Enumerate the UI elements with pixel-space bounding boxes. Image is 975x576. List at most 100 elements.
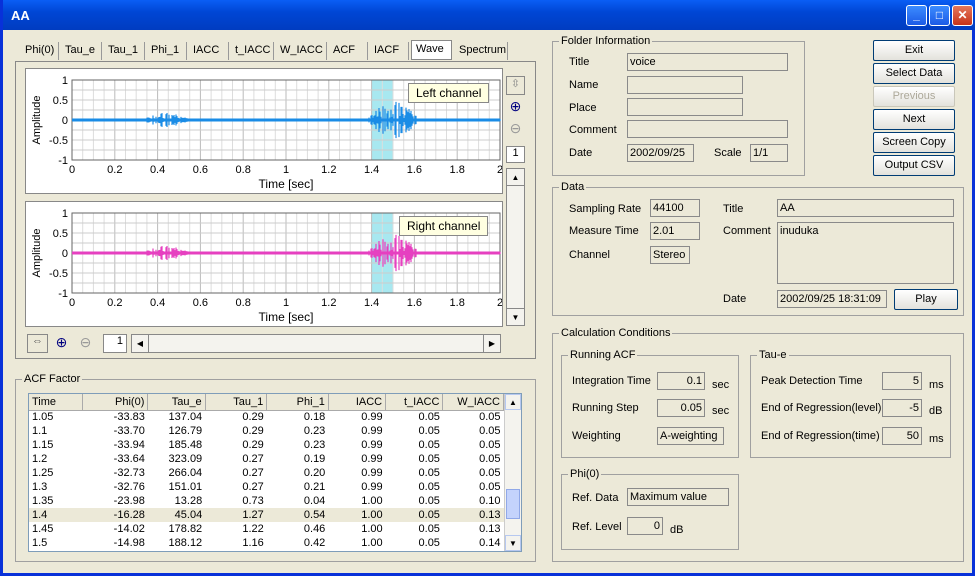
- table-cell: 1.2: [32, 453, 48, 465]
- running-step-label: Running Step: [572, 402, 639, 414]
- scroll-down-icon[interactable]: ▼: [507, 308, 524, 325]
- table-cell: 0.18: [303, 411, 326, 424]
- tab-tau-e[interactable]: Tau_e: [61, 42, 102, 60]
- table-cell: -33.70: [113, 425, 145, 437]
- y-tick-label: -1: [58, 288, 68, 300]
- acf-col-time[interactable]: Time: [29, 394, 83, 411]
- table-cell: 1.27: [205, 508, 267, 522]
- horizontal-scrollbar[interactable]: ◀ ▶: [131, 334, 501, 353]
- table-row[interactable]: 1.05 -33.83 137.04 0.29 0.18 0.99 0.05 0.05: [29, 410, 504, 424]
- zoom-out-horizontal-icon[interactable]: ⊖: [75, 334, 96, 353]
- running-acf-label: Running ACF: [568, 349, 638, 361]
- tab-acf[interactable]: ACF: [329, 42, 368, 60]
- scroll-left-icon[interactable]: ◀: [132, 335, 149, 352]
- x-tick-label: 1: [283, 297, 289, 309]
- regression-time-label: End of Regression(time): [761, 430, 880, 442]
- acf-col-tau-e[interactable]: Tau_e: [147, 394, 206, 411]
- x-axis-label: Time [sec]: [259, 310, 314, 324]
- table-cell: 0.05: [418, 537, 440, 549]
- acf-col-w-iacc[interactable]: W_IACC: [442, 394, 504, 411]
- table-cell: -33.64: [113, 453, 145, 465]
- table-row[interactable]: 1.5 -14.98 188.12 1.16 0.42 1.00 0.05 0.14: [29, 536, 504, 550]
- acf-col-t-iacc[interactable]: t_IACC: [385, 394, 444, 411]
- y-axis-label: Amplitude: [31, 96, 43, 145]
- acf-col-tau-1[interactable]: Tau_1: [205, 394, 268, 411]
- y-tick-label: -1: [58, 155, 68, 167]
- tab-phi-1[interactable]: Phi_1: [147, 42, 187, 60]
- vertical-scrollbar[interactable]: ▲ ▼: [506, 168, 525, 326]
- tab-wave[interactable]: Wave: [411, 40, 452, 60]
- table-cell: 1.4: [29, 508, 83, 522]
- acf-scroll-up-icon[interactable]: ▲: [505, 394, 521, 410]
- zoom-in-horizontal-icon[interactable]: ⊕: [51, 334, 72, 353]
- table-row[interactable]: 1.25 -32.73 266.04 0.27 0.20 0.99 0.05 0.05: [29, 466, 504, 480]
- table-cell: 1.00: [328, 508, 386, 522]
- exit-button[interactable]: Exit: [873, 40, 955, 61]
- tab-w-iacc[interactable]: W_IACC: [276, 42, 327, 60]
- select-data-button[interactable]: Select Data: [873, 63, 955, 84]
- table-row[interactable]: 1.35 -23.98 13.28 0.73 0.04 1.00 0.05 0.10: [29, 494, 504, 508]
- acf-col-phi-1[interactable]: Phi_1: [266, 394, 329, 411]
- table-row[interactable]: 1.1 -33.70 126.79 0.29 0.23 0.99 0.05 0.05: [29, 424, 504, 438]
- screen-copy-button[interactable]: Screen Copy: [873, 132, 955, 153]
- acf-table-container[interactable]: Time Phi(0) Tau_e Tau_1 Phi_1 IACC t_IACC W_IAC…: [28, 393, 522, 552]
- previous-button[interactable]: Previous: [873, 86, 955, 107]
- tab-phi-0[interactable]: Phi(0): [21, 42, 59, 60]
- data-comment-field: inuduka: [777, 222, 954, 284]
- scroll-right-icon[interactable]: ▶: [483, 335, 500, 352]
- table-cell: 1.00: [361, 537, 383, 549]
- folder-date-field: 2002/09/25: [627, 144, 694, 162]
- sampling-rate-field: 44100: [650, 199, 700, 217]
- tab-iacc[interactable]: IACC: [189, 42, 229, 60]
- y-tick-label: 0: [62, 248, 68, 260]
- play-button[interactable]: Play: [894, 289, 958, 310]
- x-tick-label: 0: [69, 297, 75, 309]
- folder-scale-label: Scale: [714, 147, 742, 159]
- y-axis-label: Amplitude: [31, 229, 43, 278]
- close-button[interactable]: ✕: [952, 5, 973, 26]
- title-bar[interactable]: AA _ □ ✕: [3, 0, 975, 30]
- acf-col-iacc[interactable]: IACC: [328, 394, 387, 411]
- acf-scroll-down-icon[interactable]: ▼: [505, 535, 521, 551]
- vertical-page-box[interactable]: 1: [506, 146, 525, 163]
- table-cell: 266.04: [168, 467, 203, 479]
- acf-table-scrollbar[interactable]: ▲ ▼: [504, 394, 521, 551]
- minimize-button[interactable]: _: [906, 5, 927, 26]
- horizontal-page-box[interactable]: 1: [103, 334, 127, 353]
- tab-tau-1[interactable]: Tau_1: [104, 42, 145, 60]
- x-tick-label: 0.8: [236, 164, 251, 176]
- table-cell: 0.13: [442, 508, 504, 522]
- table-cell: 1.45: [32, 523, 54, 535]
- zoom-out-vertical-icon[interactable]: ⊖: [506, 120, 525, 139]
- table-cell: 0.05: [418, 439, 440, 451]
- acf-col-phi-0-[interactable]: Phi(0): [82, 394, 149, 411]
- table-row[interactable]: 1.15 -33.94 185.48 0.29 0.23 0.99 0.05 0.05: [29, 438, 504, 452]
- channel-field: Stereo: [650, 246, 690, 264]
- window-title: AA: [11, 8, 30, 23]
- zoom-in-vertical-icon[interactable]: ⊕: [506, 98, 525, 117]
- tab-iacf[interactable]: IACF: [370, 42, 409, 60]
- table-cell: 1.00: [361, 523, 383, 535]
- scroll-up-icon[interactable]: ▲: [507, 169, 524, 186]
- table-cell: 0.99: [361, 411, 383, 424]
- table-row[interactable]: 1.2 -33.64 323.09 0.27 0.19 0.99 0.05 0.05: [29, 452, 504, 466]
- tab-t-iacc[interactable]: t_IACC: [231, 42, 274, 60]
- table-row[interactable]: 1.4 -16.28 45.04 1.27 0.54 1.00 0.05 0.13: [29, 508, 504, 522]
- maximize-button[interactable]: □: [929, 5, 950, 26]
- fit-vertical-icon[interactable]: ⇳: [506, 76, 525, 95]
- table-cell: 0.46: [303, 523, 326, 535]
- data-date-field: 2002/09/25 18:31:09: [777, 290, 887, 308]
- next-button[interactable]: Next: [873, 109, 955, 130]
- regression-level-field: -5: [882, 399, 922, 417]
- output-csv-button[interactable]: Output CSV: [873, 155, 955, 176]
- table-row[interactable]: 1.3 -32.76 151.01 0.27 0.21 0.99 0.05 0.05: [29, 480, 504, 494]
- acf-scroll-thumb[interactable]: [506, 489, 520, 519]
- fit-horizontal-icon[interactable]: ⇔: [27, 334, 48, 353]
- table-cell: -14.02: [113, 523, 145, 535]
- table-cell: 0.05: [479, 453, 501, 465]
- folder-scale-field: 1/1: [750, 144, 788, 162]
- table-cell: 0.27: [242, 467, 264, 479]
- y-tick-label: 1: [62, 208, 68, 220]
- table-row[interactable]: 1.45 -14.02 178.82 1.22 0.46 1.00 0.05 0.13: [29, 522, 504, 536]
- tab-spectrum[interactable]: Spectrum: [455, 42, 508, 60]
